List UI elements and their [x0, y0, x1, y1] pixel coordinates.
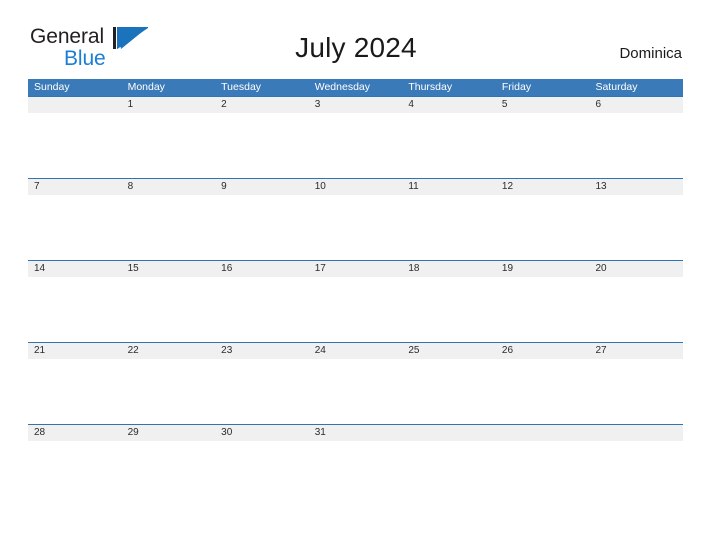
day-cell[interactable]: 2 — [215, 100, 309, 110]
week-date-band: 21 22 23 24 25 26 27 — [28, 343, 683, 359]
week-row: 1 2 3 4 5 6 — [28, 96, 683, 178]
day-cell[interactable]: 7 — [28, 182, 122, 192]
day-cell[interactable]: 30 — [215, 428, 309, 438]
day-content-cell[interactable] — [122, 441, 216, 506]
day-content-cell[interactable] — [28, 113, 122, 178]
day-content-cell[interactable] — [28, 277, 122, 342]
day-cell[interactable]: 20 — [589, 264, 683, 274]
day-cell[interactable]: 11 — [402, 182, 496, 192]
day-content-cell[interactable] — [589, 113, 683, 178]
day-content-cell[interactable] — [309, 277, 403, 342]
day-cell[interactable]: 23 — [215, 346, 309, 356]
weekday-header-sunday: Sunday — [34, 81, 70, 94]
day-content-cell[interactable] — [496, 277, 590, 342]
day-cell[interactable]: 13 — [589, 182, 683, 192]
day-content-cell[interactable] — [309, 359, 403, 424]
calendar-grid: Sunday Monday Tuesday Wednesday Thursday… — [28, 79, 683, 506]
day-content-cell[interactable] — [122, 277, 216, 342]
day-cell[interactable]: 31 — [309, 428, 403, 438]
week-row: 21 22 23 24 25 26 27 — [28, 342, 683, 424]
day-cell[interactable]: 21 — [28, 346, 122, 356]
day-content-cell[interactable] — [309, 195, 403, 260]
day-cell[interactable]: 29 — [122, 428, 216, 438]
day-content-cell[interactable] — [28, 359, 122, 424]
day-content-cell[interactable] — [215, 359, 309, 424]
weekday-header-tuesday: Tuesday — [221, 81, 262, 94]
day-cell[interactable]: 24 — [309, 346, 403, 356]
weekday-header-row: Sunday Monday Tuesday Wednesday Thursday… — [28, 79, 683, 96]
day-cell[interactable]: 8 — [122, 182, 216, 192]
day-content-cell[interactable] — [402, 359, 496, 424]
week-content-area — [28, 113, 683, 178]
day-content-cell[interactable] — [589, 359, 683, 424]
page-title: July 2024 — [295, 32, 417, 63]
day-cell[interactable]: 9 — [215, 182, 309, 192]
week-content-area — [28, 359, 683, 424]
day-content-cell[interactable] — [215, 277, 309, 342]
weekday-header-friday: Friday — [501, 81, 532, 94]
day-cell[interactable]: 1 — [122, 100, 216, 110]
day-cell[interactable]: 10 — [309, 182, 403, 192]
week-date-band: 28 29 30 31 — [28, 425, 683, 441]
day-content-cell[interactable] — [589, 195, 683, 260]
day-content-cell[interactable] — [309, 113, 403, 178]
weekday-header-wednesday: Wednesday — [314, 81, 370, 94]
day-cell[interactable]: 26 — [496, 346, 590, 356]
week-row: 14 15 16 17 18 19 20 — [28, 260, 683, 342]
day-cell[interactable]: 27 — [589, 346, 683, 356]
day-cell[interactable]: 3 — [309, 100, 403, 110]
day-content-cell[interactable] — [215, 195, 309, 260]
weekday-header-thursday: Thursday — [408, 81, 453, 94]
day-content-cell[interactable] — [402, 441, 496, 506]
week-date-band: 1 2 3 4 5 6 — [28, 97, 683, 113]
day-content-cell[interactable] — [496, 441, 590, 506]
day-cell[interactable]: 25 — [402, 346, 496, 356]
day-cell[interactable]: 22 — [122, 346, 216, 356]
day-content-cell[interactable] — [589, 277, 683, 342]
day-content-cell[interactable] — [309, 441, 403, 506]
day-content-cell[interactable] — [496, 195, 590, 260]
day-content-cell[interactable] — [496, 359, 590, 424]
day-content-cell[interactable] — [28, 195, 122, 260]
day-content-cell[interactable] — [496, 113, 590, 178]
day-cell[interactable]: 14 — [28, 264, 122, 274]
day-cell[interactable]: 4 — [402, 100, 496, 110]
day-cell[interactable]: 15 — [122, 264, 216, 274]
week-content-area — [28, 277, 683, 342]
week-date-band: 7 8 9 10 11 12 13 — [28, 179, 683, 195]
week-content-area — [28, 195, 683, 260]
week-row: 28 29 30 31 — [28, 424, 683, 506]
day-cell[interactable]: 18 — [402, 264, 496, 274]
day-cell[interactable]: 6 — [589, 100, 683, 110]
week-date-band: 14 15 16 17 18 19 20 — [28, 261, 683, 277]
day-cell[interactable]: 12 — [496, 182, 590, 192]
day-cell[interactable]: 19 — [496, 264, 590, 274]
page-header: General Blue July 2024 Dominica — [0, 0, 712, 69]
day-content-cell[interactable] — [122, 113, 216, 178]
day-content-cell[interactable] — [215, 441, 309, 506]
weekday-header-monday: Monday — [127, 81, 165, 94]
week-content-area — [28, 441, 683, 506]
day-content-cell[interactable] — [122, 195, 216, 260]
week-row: 7 8 9 10 11 12 13 — [28, 178, 683, 260]
day-cell[interactable]: 17 — [309, 264, 403, 274]
day-content-cell[interactable] — [122, 359, 216, 424]
day-content-cell[interactable] — [402, 113, 496, 178]
day-cell[interactable]: 16 — [215, 264, 309, 274]
day-cell[interactable]: 28 — [28, 428, 122, 438]
weekday-header-saturday: Saturday — [595, 81, 638, 94]
day-content-cell[interactable] — [402, 195, 496, 260]
country-label: Dominica — [619, 45, 682, 62]
day-content-cell[interactable] — [215, 113, 309, 178]
day-cell[interactable]: 5 — [496, 100, 590, 110]
day-content-cell[interactable] — [402, 277, 496, 342]
day-content-cell[interactable] — [28, 441, 122, 506]
day-content-cell[interactable] — [589, 441, 683, 506]
